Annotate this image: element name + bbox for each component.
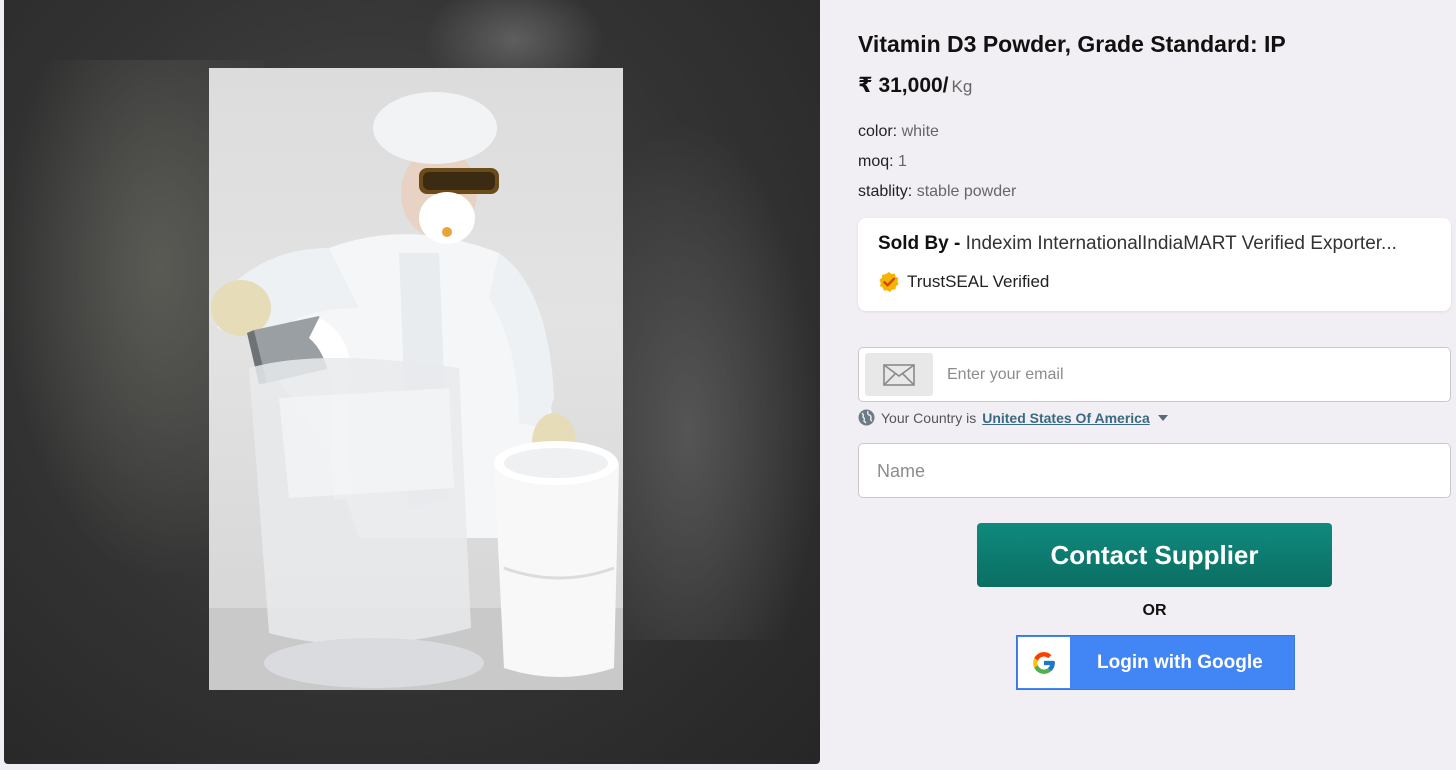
spec-key: stablity: bbox=[858, 183, 913, 200]
spec-key: moq: bbox=[858, 153, 894, 170]
globe-icon bbox=[858, 409, 875, 426]
seller-name[interactable]: Indexim InternationalIndiaMART Verified … bbox=[966, 233, 1397, 254]
product-photo-illustration bbox=[209, 92, 623, 690]
name-input[interactable] bbox=[877, 458, 1427, 484]
google-logo-icon bbox=[1033, 651, 1055, 674]
sold-by[interactable]: Sold By - Indexim InternationalIndiaMART… bbox=[878, 233, 1428, 255]
spec-color: color: white bbox=[858, 123, 939, 141]
gallery-background-blur bbox=[600, 120, 820, 640]
google-login-label: Login with Google bbox=[1097, 652, 1263, 673]
product-title: Vitamin D3 Powder, Grade Standard: IP bbox=[858, 31, 1286, 57]
chevron-down-icon[interactable] bbox=[1157, 414, 1168, 421]
google-logo-box bbox=[1018, 637, 1070, 688]
google-login-button[interactable]: Login with Google bbox=[1016, 635, 1295, 690]
price-row: ₹ 31,000/Kg bbox=[858, 73, 972, 98]
product-price: ₹ 31,000/ bbox=[858, 74, 949, 97]
contact-supplier-button[interactable]: Contact Supplier bbox=[977, 523, 1332, 587]
spec-value: 1 bbox=[898, 153, 907, 170]
trustseal-row: TrustSEAL Verified bbox=[878, 271, 1049, 293]
spec-value: stable powder bbox=[916, 183, 1017, 200]
sold-by-label: Sold By - bbox=[878, 233, 961, 254]
seller-card: Sold By - Indexim InternationalIndiaMART… bbox=[858, 218, 1451, 311]
spec-key: color: bbox=[858, 123, 898, 140]
email-icon-box bbox=[865, 353, 933, 396]
spec-value: white bbox=[901, 123, 939, 140]
product-page: Vitamin D3 Powder, Grade Standard: IP ₹ … bbox=[0, 0, 1456, 770]
country-link[interactable]: United States Of America bbox=[982, 410, 1150, 426]
email-input[interactable] bbox=[947, 362, 1427, 388]
email-field[interactable] bbox=[858, 347, 1451, 402]
country-prefix: Your Country is bbox=[881, 409, 977, 426]
name-field[interactable] bbox=[858, 443, 1451, 498]
trustseal-label: TrustSEAL Verified bbox=[907, 272, 1050, 291]
spec-moq: moq: 1 bbox=[858, 153, 907, 171]
trustseal-badge-icon bbox=[879, 272, 899, 292]
spec-stability: stablity: stable powder bbox=[858, 183, 1016, 201]
or-divider: OR bbox=[1142, 602, 1167, 619]
product-image-gallery[interactable] bbox=[4, 0, 820, 764]
envelope-icon bbox=[883, 363, 915, 386]
product-photo[interactable] bbox=[209, 68, 623, 690]
price-unit: Kg bbox=[951, 77, 973, 96]
country-selector: Your Country is United States Of America bbox=[858, 409, 1168, 426]
